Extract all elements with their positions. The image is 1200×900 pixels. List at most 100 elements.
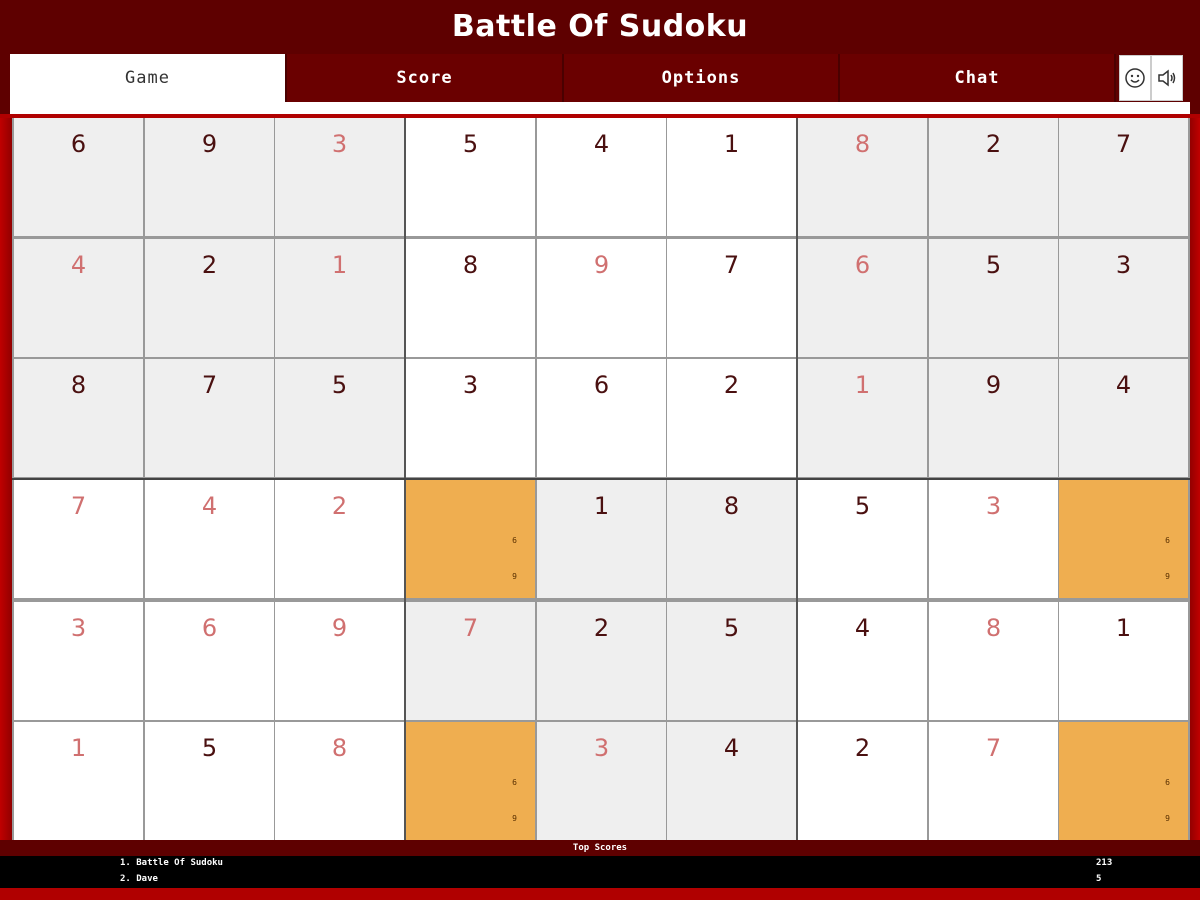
tab-score[interactable]: Score — [287, 54, 564, 102]
sudoku-cell[interactable]: 8 — [667, 480, 796, 598]
cell-digit: 3 — [985, 492, 1002, 520]
sudoku-cell[interactable]: 6 — [14, 118, 143, 236]
sudoku-cell[interactable]: 8 — [798, 118, 927, 236]
cell-digit: 5 — [854, 492, 871, 520]
sound-button[interactable] — [1151, 55, 1183, 101]
tab-chat[interactable]: Chat — [840, 54, 1116, 102]
sudoku-cell[interactable]: 5 — [929, 239, 1058, 357]
sudoku-cell[interactable]: 1 — [1059, 602, 1188, 720]
cell-digit: 6 — [854, 251, 871, 279]
tab-options[interactable]: Options — [564, 54, 840, 102]
sudoku-cell[interactable]: 9 — [929, 359, 1058, 477]
sudoku-cell[interactable]: 4 — [14, 239, 143, 357]
sudoku-cell[interactable]: 69 — [406, 480, 535, 598]
sudoku-cell[interactable]: 2 — [667, 359, 796, 477]
cell-digit: 4 — [1115, 371, 1132, 399]
candidate-note: 6 — [512, 536, 517, 545]
sudoku-cell[interactable]: 2 — [145, 239, 274, 357]
sudoku-cell[interactable]: 4 — [537, 118, 666, 236]
sudoku-cell[interactable]: 5 — [667, 602, 796, 720]
sudoku-cell[interactable]: 1 — [14, 722, 143, 840]
sudoku-cell[interactable]: 1 — [275, 239, 404, 357]
sudoku-cell[interactable]: 9 — [275, 602, 404, 720]
candidate-note: 9 — [1165, 572, 1170, 581]
cell-digit: 2 — [723, 371, 740, 399]
sudoku-cell[interactable]: 8 — [14, 359, 143, 477]
score-name: 1. Battle Of Sudoku — [120, 858, 223, 868]
sudoku-cell[interactable]: 7 — [406, 602, 535, 720]
sudoku-cell[interactable]: 5 — [798, 480, 927, 598]
sudoku-cell[interactable]: 6 — [537, 359, 666, 477]
score-value: 213 — [1096, 858, 1113, 868]
sudoku-cell[interactable]: 7 — [667, 239, 796, 357]
cell-digit: 1 — [70, 734, 87, 762]
cell-digit: 1 — [1115, 614, 1132, 642]
sudoku-cell[interactable]: 2 — [798, 722, 927, 840]
sudoku-cell[interactable]: 4 — [798, 602, 927, 720]
cell-digit: 9 — [331, 614, 348, 642]
cell-digit: 1 — [723, 130, 740, 158]
app-header: Battle Of Sudoku — [0, 0, 1200, 52]
cell-digit: 7 — [1115, 130, 1132, 158]
sudoku-cell[interactable]: 1 — [798, 359, 927, 477]
score-row: 2. Dave 5 — [0, 872, 1200, 888]
sudoku-cell[interactable]: 8 — [275, 722, 404, 840]
sudoku-cell[interactable]: 9 — [145, 118, 274, 236]
footer-bar — [0, 888, 1200, 900]
sudoku-cell[interactable]: 7 — [14, 480, 143, 598]
sudoku-cell[interactable]: 3 — [275, 118, 404, 236]
tab-game[interactable]: Game — [10, 54, 287, 102]
sudoku-cell[interactable]: 69 — [1059, 480, 1188, 598]
sudoku-cell[interactable]: 7 — [145, 359, 274, 477]
score-name: 2. Dave — [120, 874, 158, 884]
cell-digit: 2 — [854, 734, 871, 762]
sudoku-cell[interactable]: 4 — [667, 722, 796, 840]
cell-digit: 7 — [985, 734, 1002, 762]
score-row: 1. Battle Of Sudoku 213 — [0, 856, 1200, 872]
sudoku-cell[interactable]: 5 — [275, 359, 404, 477]
sudoku-cell[interactable]: 4 — [145, 480, 274, 598]
cell-digit: 4 — [70, 251, 87, 279]
sudoku-cell[interactable]: 3 — [406, 359, 535, 477]
cell-digit: 5 — [331, 371, 348, 399]
sudoku-cell[interactable]: 7 — [929, 722, 1058, 840]
tab-bar: Game Score Options Chat — [0, 52, 1200, 102]
sudoku-cell[interactable]: 4 — [1059, 359, 1188, 477]
cell-digit: 3 — [593, 734, 610, 762]
sudoku-cell[interactable]: 5 — [145, 722, 274, 840]
cell-digit: 5 — [201, 734, 218, 762]
sudoku-cell[interactable]: 3 — [14, 602, 143, 720]
cell-digit: 2 — [331, 492, 348, 520]
sudoku-cell[interactable]: 9 — [537, 239, 666, 357]
sudoku-cell[interactable]: 3 — [929, 480, 1058, 598]
sudoku-cell[interactable]: 6 — [798, 239, 927, 357]
cell-digit: 7 — [462, 614, 479, 642]
sudoku-cell[interactable]: 1 — [667, 118, 796, 236]
sudoku-cell[interactable]: 3 — [537, 722, 666, 840]
candidate-note: 6 — [512, 778, 517, 787]
sudoku-cell[interactable]: 2 — [537, 602, 666, 720]
sudoku-cell[interactable]: 69 — [406, 722, 535, 840]
sudoku-cell[interactable]: 6 — [145, 602, 274, 720]
sudoku-cell[interactable]: 69 — [1059, 722, 1188, 840]
sudoku-cell[interactable]: 2 — [275, 480, 404, 598]
cell-digit: 6 — [593, 371, 610, 399]
sudoku-cell[interactable]: 1 — [537, 480, 666, 598]
candidate-note: 9 — [1165, 814, 1170, 823]
sudoku-cell[interactable]: 8 — [406, 239, 535, 357]
cell-digit: 8 — [331, 734, 348, 762]
sudoku-cell[interactable]: 5 — [406, 118, 535, 236]
cell-digit: 9 — [985, 371, 1002, 399]
board-frame: 6935418274218976538753621947426918536936… — [0, 118, 1200, 840]
app-title: Battle Of Sudoku — [451, 8, 749, 44]
cell-digit: 2 — [593, 614, 610, 642]
candidate-note: 6 — [1165, 778, 1170, 787]
cell-digit: 8 — [985, 614, 1002, 642]
sudoku-cell[interactable]: 8 — [929, 602, 1058, 720]
emoji-button[interactable] — [1119, 55, 1151, 101]
sudoku-cell[interactable]: 2 — [929, 118, 1058, 236]
sudoku-cell[interactable]: 3 — [1059, 239, 1188, 357]
cell-digit: 5 — [462, 130, 479, 158]
sudoku-cell[interactable]: 7 — [1059, 118, 1188, 236]
cell-digit: 2 — [201, 251, 218, 279]
